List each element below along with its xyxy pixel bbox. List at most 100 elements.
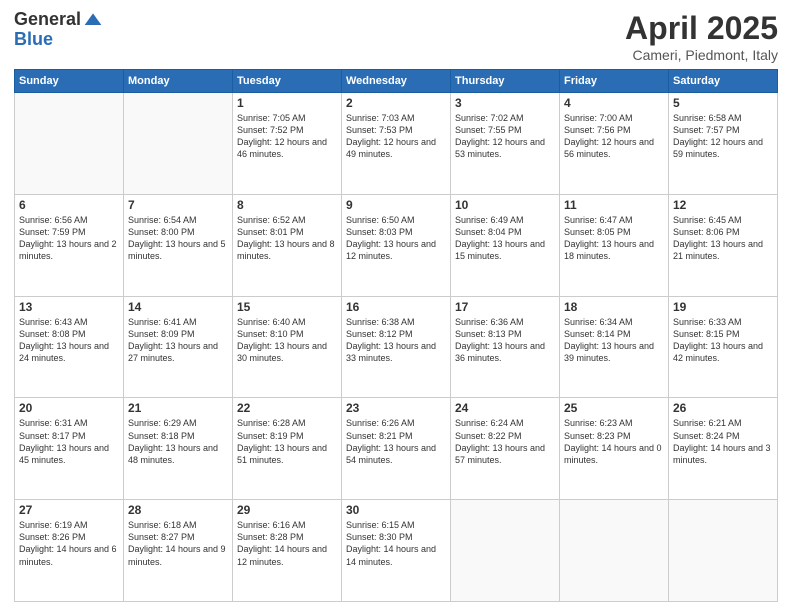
calendar-title: April 2025	[625, 10, 778, 47]
day-number: 19	[673, 300, 773, 314]
day-number: 11	[564, 198, 664, 212]
calendar-day-cell: 13 Sunrise: 6:43 AM Sunset: 8:08 PM Dayli…	[15, 296, 124, 398]
weekday-header: Saturday	[669, 70, 778, 93]
day-number: 9	[346, 198, 446, 212]
day-info: Sunrise: 6:29 AM Sunset: 8:18 PM Dayligh…	[128, 417, 228, 466]
calendar-day-cell: 24Sunrise: 6:24 AM Sunset: 8:22 PM Dayli…	[451, 398, 560, 500]
day-number: 7	[128, 198, 228, 212]
day-number: 18	[564, 300, 664, 314]
calendar-day-cell: 14 Sunrise: 6:41 AM Sunset: 8:09 PM Dayli…	[124, 296, 233, 398]
day-number: 3	[455, 96, 555, 110]
weekday-header: Wednesday	[342, 70, 451, 93]
day-number: 6	[19, 198, 119, 212]
day-info: Sunrise: 6:15 AM Sunset: 8:30 PM Dayligh…	[346, 519, 446, 568]
calendar-day-cell	[124, 93, 233, 195]
day-number: 12	[673, 198, 773, 212]
calendar-day-cell: 27Sunrise: 6:19 AM Sunset: 8:26 PM Dayli…	[15, 500, 124, 602]
weekday-header: Monday	[124, 70, 233, 93]
day-info: Sunrise: 6:18 AM Sunset: 8:27 PM Dayligh…	[128, 519, 228, 568]
day-number: 14	[128, 300, 228, 314]
day-number: 20	[19, 401, 119, 415]
calendar-day-cell: 9 Sunrise: 6:50 AM Sunset: 8:03 PM Daylig…	[342, 194, 451, 296]
day-info: Sunrise: 6:28 AM Sunset: 8:19 PM Dayligh…	[237, 417, 337, 466]
day-info: Sunrise: 6:54 AM Sunset: 8:00 PM Dayligh…	[128, 214, 228, 263]
day-number: 28	[128, 503, 228, 517]
day-number: 10	[455, 198, 555, 212]
logo-general: General	[14, 10, 81, 30]
calendar-week-row: 27Sunrise: 6:19 AM Sunset: 8:26 PM Dayli…	[15, 500, 778, 602]
logo-text: General Blue	[14, 10, 103, 50]
calendar-day-cell: 23 Sunrise: 6:26 AM Sunset: 8:21 PM Dayli…	[342, 398, 451, 500]
day-number: 13	[19, 300, 119, 314]
weekday-header: Sunday	[15, 70, 124, 93]
day-info: Sunrise: 6:23 AM Sunset: 8:23 PM Dayligh…	[564, 417, 664, 466]
day-info: Sunrise: 6:41 AM Sunset: 8:09 PM Dayligh…	[128, 316, 228, 365]
day-info: Sunrise: 6:33 AM Sunset: 8:15 PM Dayligh…	[673, 316, 773, 365]
weekday-header: Tuesday	[233, 70, 342, 93]
calendar-day-cell: 22 Sunrise: 6:28 AM Sunset: 8:19 PM Dayli…	[233, 398, 342, 500]
calendar-day-cell: 3 Sunrise: 7:02 AM Sunset: 7:55 PM Daylig…	[451, 93, 560, 195]
day-number: 30	[346, 503, 446, 517]
day-number: 17	[455, 300, 555, 314]
calendar-subtitle: Cameri, Piedmont, Italy	[625, 47, 778, 63]
day-number: 26	[673, 401, 773, 415]
calendar-week-row: 13 Sunrise: 6:43 AM Sunset: 8:08 PM Dayli…	[15, 296, 778, 398]
calendar-day-cell: 4Sunrise: 7:00 AM Sunset: 7:56 PM Daylig…	[560, 93, 669, 195]
day-info: Sunrise: 7:03 AM Sunset: 7:53 PM Dayligh…	[346, 112, 446, 161]
day-info: Sunrise: 6:45 AM Sunset: 8:06 PM Dayligh…	[673, 214, 773, 263]
page: General Blue April 2025 Cameri, Piedmont…	[0, 0, 792, 612]
day-info: Sunrise: 6:36 AM Sunset: 8:13 PM Dayligh…	[455, 316, 555, 365]
day-info: Sunrise: 6:47 AM Sunset: 8:05 PM Dayligh…	[564, 214, 664, 263]
calendar-day-cell	[15, 93, 124, 195]
day-number: 21	[128, 401, 228, 415]
title-block: April 2025 Cameri, Piedmont, Italy	[625, 10, 778, 63]
day-info: Sunrise: 6:58 AM Sunset: 7:57 PM Dayligh…	[673, 112, 773, 161]
calendar-day-cell: 25 Sunrise: 6:23 AM Sunset: 8:23 PM Dayli…	[560, 398, 669, 500]
day-number: 25	[564, 401, 664, 415]
day-number: 15	[237, 300, 337, 314]
day-info: Sunrise: 6:43 AM Sunset: 8:08 PM Dayligh…	[19, 316, 119, 365]
day-number: 8	[237, 198, 337, 212]
calendar-day-cell: 17 Sunrise: 6:36 AM Sunset: 8:13 PM Dayli…	[451, 296, 560, 398]
day-info: Sunrise: 6:40 AM Sunset: 8:10 PM Dayligh…	[237, 316, 337, 365]
calendar-table: SundayMondayTuesdayWednesdayThursdayFrid…	[14, 69, 778, 602]
day-info: Sunrise: 6:21 AM Sunset: 8:24 PM Dayligh…	[673, 417, 773, 466]
calendar-day-cell: 21 Sunrise: 6:29 AM Sunset: 8:18 PM Dayli…	[124, 398, 233, 500]
calendar-week-row: 20Sunrise: 6:31 AM Sunset: 8:17 PM Dayli…	[15, 398, 778, 500]
day-number: 16	[346, 300, 446, 314]
calendar-day-cell	[669, 500, 778, 602]
day-info: Sunrise: 6:19 AM Sunset: 8:26 PM Dayligh…	[19, 519, 119, 568]
day-number: 4	[564, 96, 664, 110]
day-number: 29	[237, 503, 337, 517]
calendar-day-cell: 12 Sunrise: 6:45 AM Sunset: 8:06 PM Dayli…	[669, 194, 778, 296]
calendar-day-cell: 1 Sunrise: 7:05 AM Sunset: 7:52 PM Daylig…	[233, 93, 342, 195]
day-info: Sunrise: 6:16 AM Sunset: 8:28 PM Dayligh…	[237, 519, 337, 568]
calendar-day-cell: 30 Sunrise: 6:15 AM Sunset: 8:30 PM Dayli…	[342, 500, 451, 602]
day-number: 23	[346, 401, 446, 415]
day-info: Sunrise: 7:05 AM Sunset: 7:52 PM Dayligh…	[237, 112, 337, 161]
calendar-week-row: 1 Sunrise: 7:05 AM Sunset: 7:52 PM Daylig…	[15, 93, 778, 195]
calendar-day-cell	[560, 500, 669, 602]
header: General Blue April 2025 Cameri, Piedmont…	[14, 10, 778, 63]
day-number: 2	[346, 96, 446, 110]
day-info: Sunrise: 6:38 AM Sunset: 8:12 PM Dayligh…	[346, 316, 446, 365]
calendar-day-cell: 18 Sunrise: 6:34 AM Sunset: 8:14 PM Dayli…	[560, 296, 669, 398]
calendar-day-cell: 26 Sunrise: 6:21 AM Sunset: 8:24 PM Dayli…	[669, 398, 778, 500]
calendar-day-cell	[451, 500, 560, 602]
calendar-day-cell: 6Sunrise: 6:56 AM Sunset: 7:59 PM Daylig…	[15, 194, 124, 296]
calendar-week-row: 6Sunrise: 6:56 AM Sunset: 7:59 PM Daylig…	[15, 194, 778, 296]
weekday-header-row: SundayMondayTuesdayWednesdayThursdayFrid…	[15, 70, 778, 93]
logo-blue: Blue	[14, 30, 103, 50]
day-info: Sunrise: 6:50 AM Sunset: 8:03 PM Dayligh…	[346, 214, 446, 263]
calendar-day-cell: 8 Sunrise: 6:52 AM Sunset: 8:01 PM Daylig…	[233, 194, 342, 296]
day-number: 22	[237, 401, 337, 415]
calendar-day-cell: 28 Sunrise: 6:18 AM Sunset: 8:27 PM Dayli…	[124, 500, 233, 602]
day-info: Sunrise: 6:52 AM Sunset: 8:01 PM Dayligh…	[237, 214, 337, 263]
day-info: Sunrise: 6:34 AM Sunset: 8:14 PM Dayligh…	[564, 316, 664, 365]
day-number: 1	[237, 96, 337, 110]
weekday-header: Thursday	[451, 70, 560, 93]
calendar-day-cell: 7 Sunrise: 6:54 AM Sunset: 8:00 PM Daylig…	[124, 194, 233, 296]
day-info: Sunrise: 6:26 AM Sunset: 8:21 PM Dayligh…	[346, 417, 446, 466]
weekday-header: Friday	[560, 70, 669, 93]
day-info: Sunrise: 7:02 AM Sunset: 7:55 PM Dayligh…	[455, 112, 555, 161]
